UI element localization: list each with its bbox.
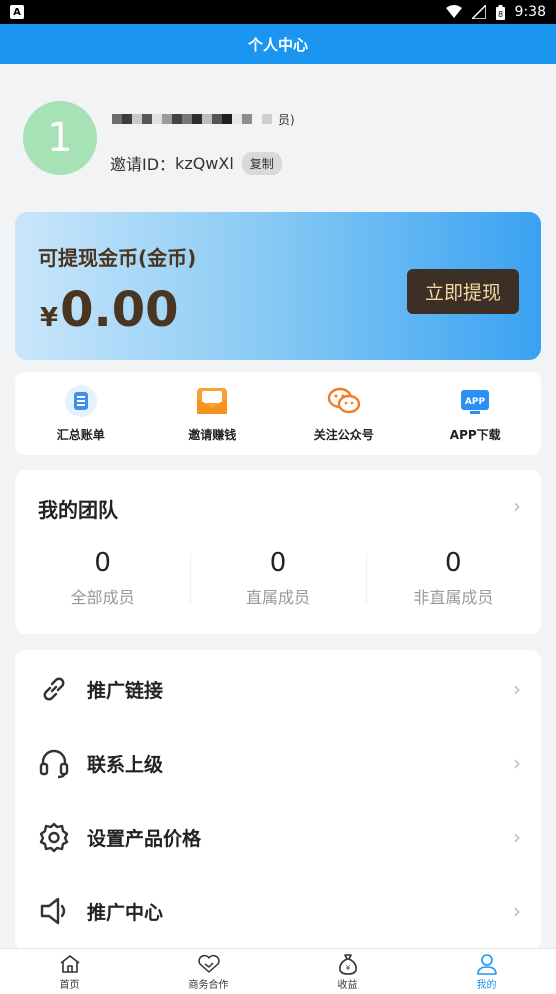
shortcut-label: APP下载 <box>449 428 501 442</box>
status-bar: A 8 9:38 <box>0 0 556 24</box>
menu-label: 联系上级 <box>87 753 164 776</box>
header-bar: 个人中心 <box>0 24 556 64</box>
tab-business[interactable]: 商务合作 <box>139 949 278 994</box>
stat-all-members[interactable]: 0 全部成员 <box>15 548 190 608</box>
link-icon <box>37 672 71 706</box>
tab-label: 我的 <box>476 979 497 991</box>
status-time: 9:38 <box>514 4 546 20</box>
tab-mine[interactable]: 我的 <box>417 949 556 994</box>
speaker-icon <box>37 894 71 928</box>
home-icon <box>58 953 82 975</box>
tab-label: 首页 <box>59 979 80 991</box>
shortcut-bill[interactable]: 汇总账单 <box>15 372 147 455</box>
team-stats: 0 全部成员 0 直属成员 0 非直属成员 <box>15 548 541 608</box>
stat-label: 非直属成员 <box>413 588 494 607</box>
withdraw-button[interactable]: 立即提现 <box>407 269 519 314</box>
gear-icon <box>37 820 71 854</box>
wifi-icon <box>445 5 462 18</box>
menu-label: 推广中心 <box>87 901 164 924</box>
app-icon-text: APP <box>465 397 486 407</box>
currency-symbol: ¥ <box>40 303 59 333</box>
tab-label: 收益 <box>337 979 358 991</box>
shortcut-row: 汇总账单 邀请赚钱 关注公众号 APP APP下载 <box>15 372 541 455</box>
signal-icon <box>471 5 486 19</box>
stat-label: 直属成员 <box>245 588 310 607</box>
invite-id-line: 邀请ID： kzQwXl 复制 <box>110 151 282 175</box>
menu-label: 推广链接 <box>87 679 164 702</box>
balance-amount: ¥ 0.00 <box>40 282 179 338</box>
chevron-right-icon: › <box>513 677 521 701</box>
user-icon <box>475 953 499 975</box>
app-download-icon: APP <box>458 384 492 418</box>
profile-section: 1 员) 邀请ID： kzQwXl 复制 <box>0 64 556 209</box>
bill-icon <box>64 384 98 418</box>
menu-item-contact-upline[interactable]: 联系上级 › <box>15 726 541 800</box>
tab-label: 商务合作 <box>188 979 229 991</box>
my-team-card[interactable]: 我的团队 › 0 全部成员 0 直属成员 0 非直属成员 <box>15 470 541 634</box>
chevron-right-icon: › <box>513 825 521 849</box>
battery-icon: 8 <box>495 4 505 20</box>
wechat-icon <box>327 384 361 418</box>
balance-card: 可提现金币(金币) ¥ 0.00 立即提现 <box>15 212 541 360</box>
tab-earnings[interactable]: ¥ 收益 <box>278 949 417 994</box>
redacted-name-mosaic <box>112 114 272 124</box>
invite-id-value: kzQwXl <box>175 153 234 173</box>
avatar[interactable]: 1 <box>23 101 97 175</box>
headset-icon <box>37 746 71 780</box>
tab-home[interactable]: 首页 <box>0 949 139 994</box>
team-title: 我的团队 <box>38 498 118 522</box>
shortcut-label: 邀请赚钱 <box>188 428 237 442</box>
battery-level: 8 <box>498 10 503 19</box>
stat-direct-members[interactable]: 0 直属成员 <box>190 548 365 608</box>
menu-label: 设置产品价格 <box>87 827 202 850</box>
shortcut-wechat[interactable]: 关注公众号 <box>278 372 410 455</box>
stat-value: 0 <box>269 548 287 578</box>
shortcut-app-download[interactable]: APP APP下载 <box>410 372 542 455</box>
shortcut-label: 汇总账单 <box>56 428 105 442</box>
money-bag-icon: ¥ <box>336 953 360 975</box>
username-line: 员) <box>112 108 295 130</box>
money-bag-symbol: ¥ <box>345 964 350 972</box>
stat-value: 0 <box>94 548 111 578</box>
copy-button[interactable]: 复制 <box>241 151 282 175</box>
menu-list: 推广链接 › 联系上级 › 设置产品价格 › 推广中心 › <box>15 650 541 950</box>
handshake-icon <box>197 953 221 975</box>
menu-item-promo-link[interactable]: 推广链接 › <box>15 652 541 726</box>
chevron-right-icon: › <box>513 494 521 518</box>
shortcut-invite[interactable]: 邀请赚钱 <box>147 372 279 455</box>
balance-title: 可提现金币(金币) <box>38 246 197 270</box>
invite-envelope-icon <box>195 384 229 418</box>
member-tag: 员) <box>278 112 295 127</box>
page-title: 个人中心 <box>247 35 308 54</box>
balance-value: 0.00 <box>60 282 179 338</box>
chevron-right-icon: › <box>513 751 521 775</box>
stat-indirect-members[interactable]: 0 非直属成员 <box>365 548 541 608</box>
bottom-tab-bar: 首页 商务合作 ¥ 收益 我的 <box>0 948 556 994</box>
shortcut-label: 关注公众号 <box>313 428 374 442</box>
chevron-right-icon: › <box>513 899 521 923</box>
app-notification-icon: A <box>10 5 24 19</box>
stat-value: 0 <box>445 548 462 578</box>
menu-item-promo-center[interactable]: 推广中心 › <box>15 874 541 948</box>
stat-label: 全部成员 <box>70 588 135 607</box>
menu-item-product-price[interactable]: 设置产品价格 › <box>15 800 541 874</box>
invite-id-label: 邀请ID： <box>110 155 176 174</box>
